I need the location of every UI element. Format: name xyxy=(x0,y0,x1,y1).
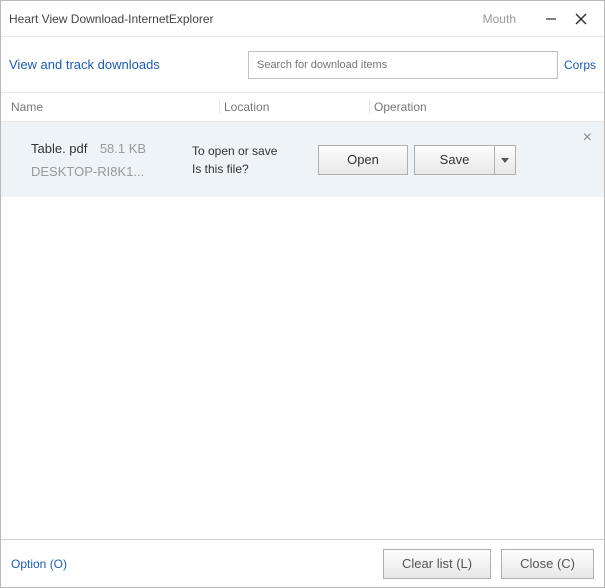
footer: Option (O) Clear list (L) Close (C) xyxy=(1,539,604,587)
page-heading: View and track downloads xyxy=(9,57,160,72)
option-link[interactable]: Option (O) xyxy=(11,557,67,571)
minimize-button[interactable] xyxy=(536,7,566,31)
clear-list-button[interactable]: Clear list (L) xyxy=(383,549,491,579)
header-row: View and track downloads Corps xyxy=(1,37,604,92)
close-window-button[interactable] xyxy=(566,7,596,31)
corps-link[interactable]: Corps xyxy=(564,58,596,72)
chevron-down-icon xyxy=(501,156,509,164)
file-name: Table. pdf xyxy=(31,141,87,156)
search-input[interactable] xyxy=(248,51,558,79)
download-list: × Table. pdf 58.1 KB DESKTOP-RI8K1... To… xyxy=(1,122,604,539)
item-actions: Open Save xyxy=(318,145,516,175)
column-name[interactable]: Name xyxy=(1,100,219,114)
column-operation[interactable]: Operation xyxy=(369,100,604,114)
prompt-line-1: To open or save xyxy=(192,142,302,160)
open-button[interactable]: Open xyxy=(318,145,408,175)
save-split-button: Save xyxy=(414,145,516,175)
column-location[interactable]: Location xyxy=(219,100,369,114)
close-icon xyxy=(575,13,587,25)
open-save-prompt: To open or save Is this file? xyxy=(192,142,302,178)
save-button[interactable]: Save xyxy=(414,145,494,175)
file-location: DESKTOP-RI8K1... xyxy=(31,164,176,179)
close-button[interactable]: Close (C) xyxy=(501,549,594,579)
prompt-line-2: Is this file? xyxy=(192,160,302,178)
save-dropdown-button[interactable] xyxy=(494,145,516,175)
file-info: Table. pdf 58.1 KB DESKTOP-RI8K1... xyxy=(31,140,176,179)
window-title: Heart View Download-InternetExplorer xyxy=(9,12,214,26)
file-size: 58.1 KB xyxy=(100,141,146,156)
download-item: × Table. pdf 58.1 KB DESKTOP-RI8K1... To… xyxy=(1,122,604,197)
title-bar: Heart View Download-InternetExplorer Mou… xyxy=(1,1,604,37)
dismiss-item-button[interactable]: × xyxy=(583,130,592,146)
column-headers: Name Location Operation xyxy=(1,92,604,122)
minimize-icon xyxy=(545,13,557,25)
title-bar-right-label: Mouth xyxy=(483,12,516,26)
